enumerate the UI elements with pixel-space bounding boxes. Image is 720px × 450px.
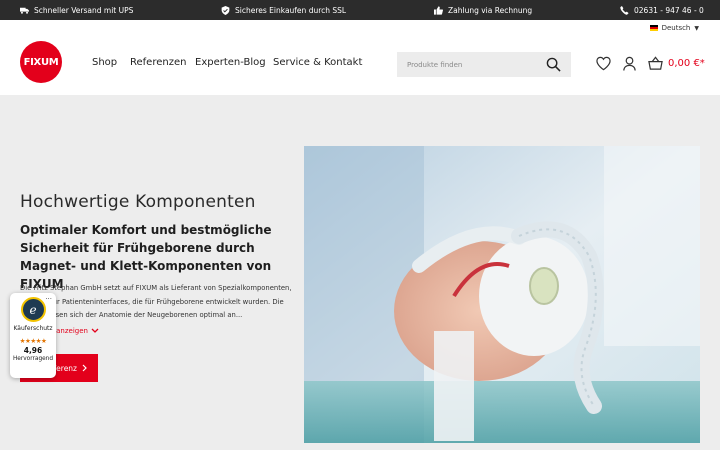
trusted-shops-badge[interactable]: ... e Käuferschutz ★★★★★ 4,96 Hervorrage… [10, 293, 56, 378]
hero-image-newborn [304, 146, 700, 443]
cart-total[interactable]: 0,00 €* [668, 58, 705, 69]
badge-label: Käuferschutz [13, 325, 53, 332]
shipping-info: Schneller Versand mit UPS [20, 0, 133, 20]
fixum-logo[interactable]: FIXUM [20, 41, 62, 83]
show-more-label: anzeigen [56, 327, 88, 335]
language-label: Deutsch [661, 24, 691, 32]
badge-menu-icon[interactable]: ... [45, 293, 52, 301]
shipping-text: Schneller Versand mit UPS [34, 5, 134, 15]
phone-number[interactable]: 02631 - 947 46 - 0 [634, 6, 704, 15]
hero-title: Hochwertige Komponenten [20, 192, 256, 212]
invoice-text: Zahlung via Rechnung [448, 5, 533, 15]
rating-text: Hervorragend [12, 356, 54, 362]
user-icon[interactable] [622, 56, 637, 71]
invoice-info: Zahlung via Rechnung [434, 0, 532, 20]
top-info-bar: Schneller Versand mit UPS Sicheres Einka… [0, 0, 720, 20]
newborn-photo [304, 146, 700, 443]
nav-item-referenzen[interactable]: Referenzen [130, 57, 186, 68]
hero-description: Die Fritz Stephan GmbH setzt auf FIXUM a… [20, 284, 292, 319]
language-selector[interactable]: Deutsch ▼ [649, 24, 699, 32]
phone-info[interactable]: 02631 - 947 46 - 0 [620, 0, 704, 20]
rating-score: 4,96 [23, 346, 43, 355]
search-input[interactable] [407, 60, 537, 69]
thumbs-up-icon [434, 5, 443, 15]
logo-text: FIXUM [23, 56, 59, 68]
phone-icon [620, 5, 629, 15]
search-icon[interactable] [546, 57, 561, 72]
german-flag-icon [649, 25, 658, 31]
search-bar [397, 52, 571, 77]
nav-item-experten-blog[interactable]: Experten-Blog [195, 57, 266, 68]
chevron-down-icon: ▼ [694, 24, 699, 32]
basket-icon[interactable] [648, 56, 663, 71]
trusted-shops-seal-icon: e [20, 297, 46, 322]
heart-icon[interactable] [596, 56, 611, 71]
site-header: Deutsch ▼ FIXUM Shop Referenzen Experten… [0, 20, 720, 95]
secure-info: Sicheres Einkaufen durch SSL [221, 0, 346, 20]
secure-text: Sicheres Einkaufen durch SSL [235, 5, 347, 15]
chevron-right-icon [82, 364, 87, 372]
shield-check-icon [221, 5, 230, 15]
rating-stars: ★★★★★ [19, 337, 47, 345]
nav-item-shop[interactable]: Shop [92, 57, 117, 68]
truck-icon [20, 7, 29, 14]
chevron-down-icon [91, 328, 99, 333]
nav-item-service-kontakt[interactable]: Service & Kontakt [273, 57, 362, 68]
